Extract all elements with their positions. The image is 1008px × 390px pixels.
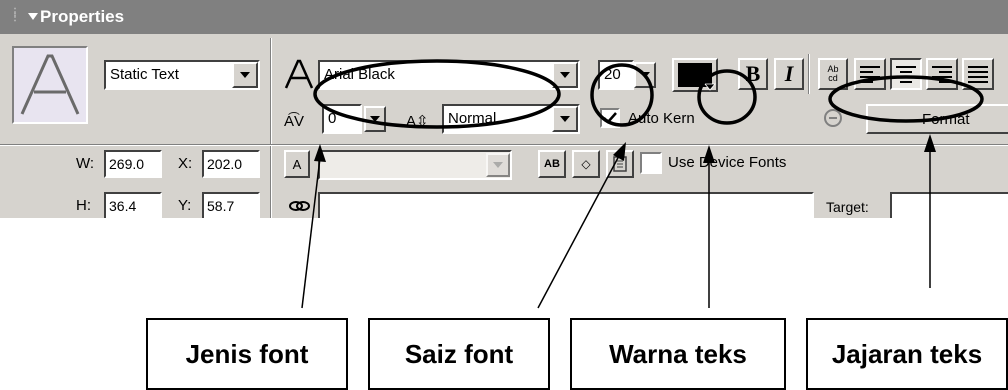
text-alignment-annotation: Jajaran teks	[806, 318, 1008, 390]
text-color-highlight	[697, 69, 757, 125]
font-type-highlight	[313, 59, 561, 129]
text-color-annotation: Warna teks	[570, 318, 786, 390]
text-alignment-arrow	[924, 134, 936, 288]
font-size-highlight	[590, 63, 654, 127]
font-size-arrow	[537, 142, 626, 309]
text-color-arrow	[703, 145, 715, 308]
font-type-arrow	[301, 144, 326, 309]
text-alignment-highlight	[828, 75, 984, 123]
font-size-annotation: Saiz font	[368, 318, 550, 390]
font-type-annotation: Jenis font	[146, 318, 348, 390]
